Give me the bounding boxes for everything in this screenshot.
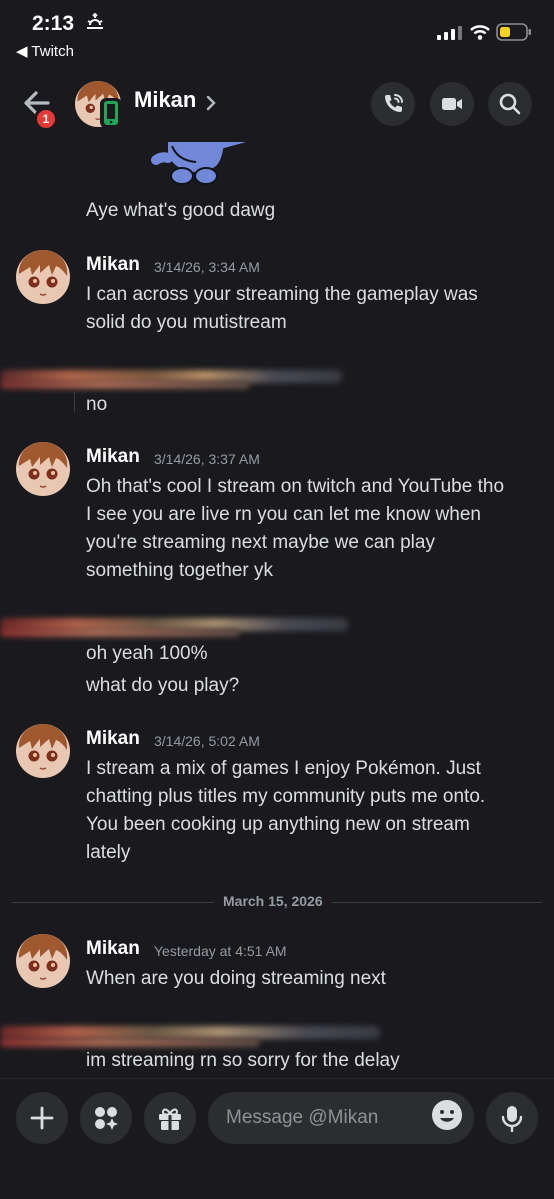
apps-button[interactable] bbox=[80, 1092, 132, 1144]
search-button[interactable] bbox=[488, 82, 532, 126]
message-text: chatting plus titles my community puts m… bbox=[86, 786, 486, 807]
search-icon bbox=[499, 93, 521, 115]
video-camera-icon bbox=[442, 98, 462, 110]
avatar[interactable] bbox=[16, 934, 70, 988]
back-to-app-link[interactable]: ◀ Twitch bbox=[16, 42, 74, 60]
message-author[interactable]: Mikan bbox=[86, 446, 140, 468]
message-text: no bbox=[86, 394, 108, 415]
chevron-right-icon[interactable] bbox=[204, 93, 218, 113]
redacted-username bbox=[0, 1038, 260, 1047]
avatar[interactable] bbox=[16, 442, 70, 496]
status-bar: 2:13 ◀ Twitch bbox=[0, 0, 554, 66]
status-time: 2:13 bbox=[32, 12, 75, 35]
microphone-icon bbox=[501, 1106, 523, 1132]
message-timestamp: 3/14/26, 5:02 AM bbox=[154, 733, 260, 749]
apps-icon bbox=[95, 1107, 118, 1130]
emoji-icon[interactable] bbox=[431, 1099, 463, 1131]
avatar[interactable] bbox=[16, 250, 70, 304]
chat-title[interactable]: Mikan bbox=[134, 87, 196, 113]
message-timestamp: 3/14/26, 3:34 AM bbox=[154, 259, 260, 275]
message-author[interactable]: Mikan bbox=[86, 728, 140, 750]
sleep-focus-icon bbox=[87, 13, 103, 29]
message-text: you're streaming next maybe we can play bbox=[86, 532, 435, 553]
mobile-status-icon bbox=[100, 98, 122, 128]
message-list[interactable]: Aye what's good dawg Mikan 3/14/26, 3:34… bbox=[0, 142, 554, 1078]
mascot-sticker bbox=[151, 142, 245, 185]
message-composer: Message @Mikan bbox=[0, 1078, 554, 1199]
message-text: When are you doing streaming next bbox=[86, 968, 386, 989]
message-text: Aye what's good dawg bbox=[86, 200, 276, 221]
message-text: You been cooking up anything new on stre… bbox=[86, 814, 470, 835]
message-text: im streaming rn so sorry for the delay bbox=[86, 1050, 400, 1071]
message-text: lately bbox=[86, 842, 131, 863]
redacted-username bbox=[0, 380, 250, 389]
video-call-button[interactable] bbox=[430, 82, 474, 126]
gift-button[interactable] bbox=[144, 1092, 196, 1144]
message-text: I stream a mix of games I enjoy Pokémon.… bbox=[86, 758, 481, 779]
chat-header: 1 Mikan bbox=[0, 66, 554, 142]
phone-icon bbox=[385, 94, 403, 112]
message-text: what do you play? bbox=[86, 675, 240, 696]
battery-icon bbox=[496, 23, 531, 41]
wifi-icon bbox=[470, 25, 490, 40]
message-text: Oh that's cool I stream on twitch and Yo… bbox=[86, 476, 505, 497]
avatar[interactable] bbox=[16, 724, 70, 778]
message-timestamp: 3/14/26, 3:37 AM bbox=[154, 451, 260, 467]
message-author[interactable]: Mikan bbox=[86, 938, 140, 960]
message-text: oh yeah 100% bbox=[86, 643, 208, 664]
gift-icon bbox=[159, 1108, 181, 1130]
voice-call-button[interactable] bbox=[371, 82, 415, 126]
message-text: I can across your streaming the gameplay… bbox=[86, 284, 478, 305]
message-timestamp: Yesterday at 4:51 AM bbox=[154, 943, 287, 959]
message-text: something together yk bbox=[86, 560, 273, 581]
message-text: I see you are live rn you can let me kno… bbox=[86, 504, 481, 525]
date-divider: March 15, 2026 bbox=[214, 893, 332, 909]
unread-badge: 1 bbox=[34, 107, 58, 131]
add-attachment-button[interactable] bbox=[16, 1092, 68, 1144]
blur-border bbox=[74, 392, 75, 412]
redacted-username bbox=[0, 628, 240, 637]
message-text: solid do you mutistream bbox=[86, 312, 287, 333]
voice-message-button[interactable] bbox=[486, 1092, 538, 1144]
message-author[interactable]: Mikan bbox=[86, 254, 140, 276]
cellular-signal-icon bbox=[437, 26, 462, 40]
plus-icon bbox=[30, 1106, 54, 1130]
